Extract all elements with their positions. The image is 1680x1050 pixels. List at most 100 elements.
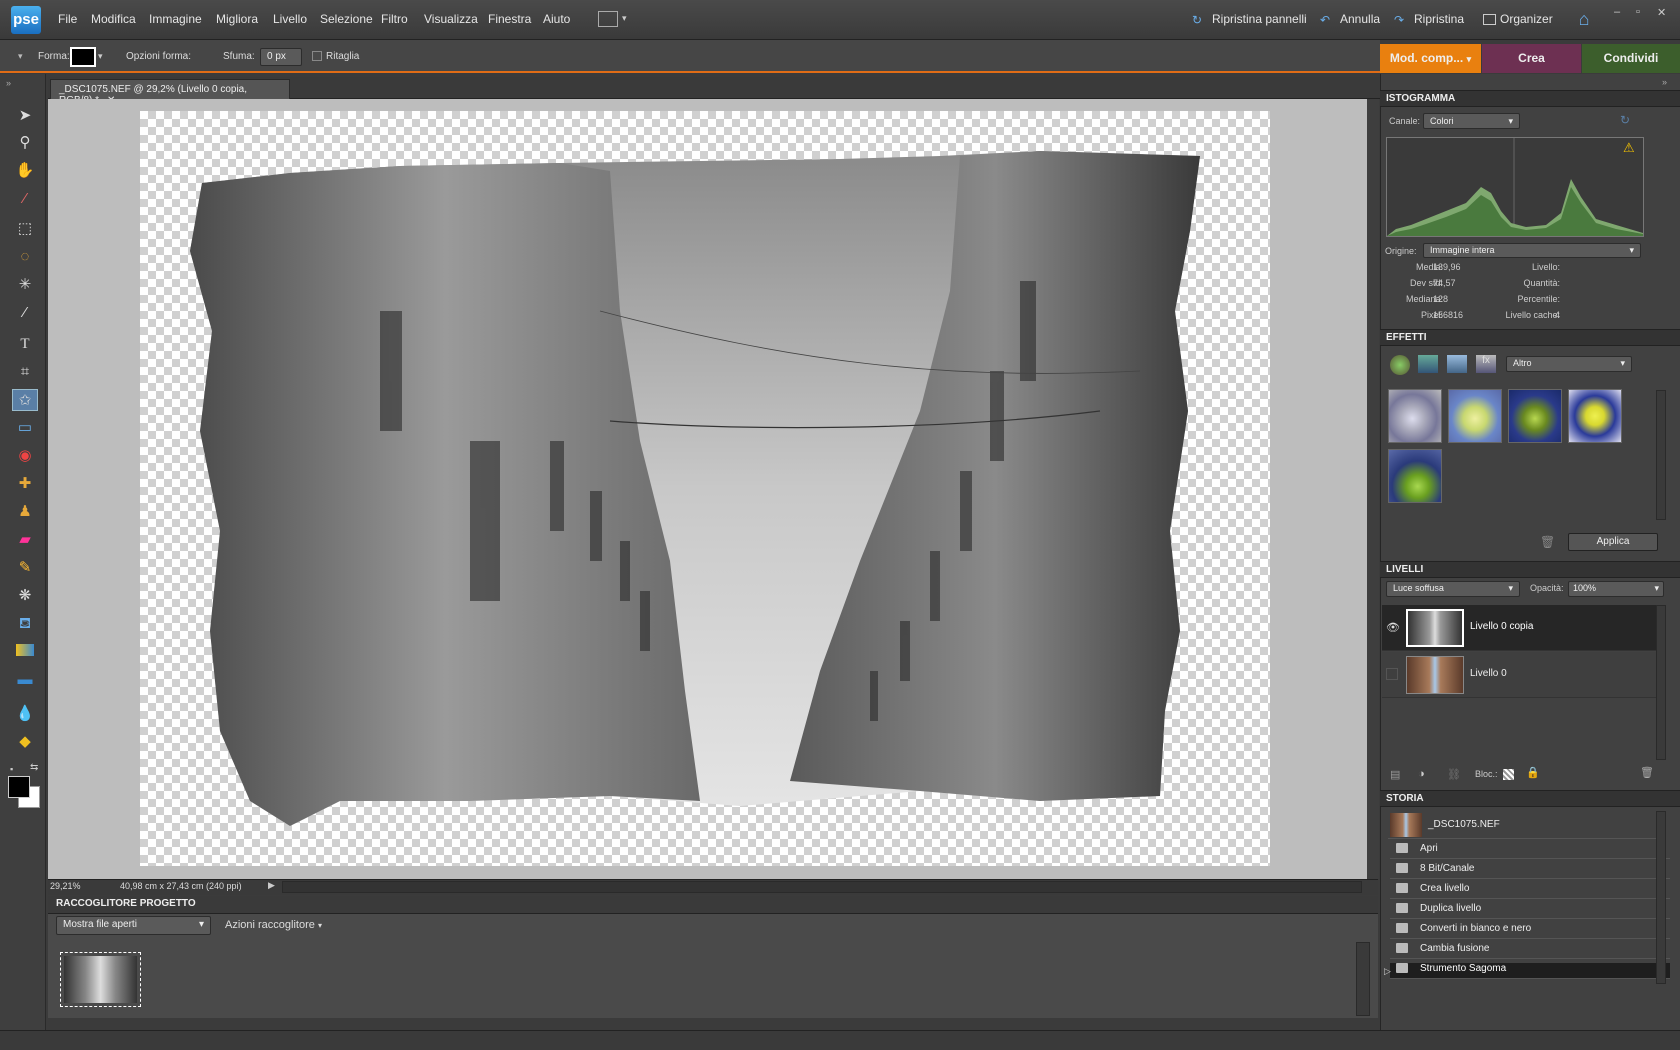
menu-selezione[interactable]: Selezione	[320, 12, 373, 26]
bin-thumbnail[interactable]	[60, 952, 141, 1007]
collapse-panels-icon[interactable]: »	[1662, 77, 1667, 87]
expand-toolbox-icon[interactable]: »	[6, 78, 11, 88]
text-tool-icon[interactable]: T	[12, 333, 38, 355]
history-state-marker-icon[interactable]: ▷	[1384, 966, 1391, 977]
warning-icon[interactable]: ⚠	[1623, 140, 1635, 156]
feather-input[interactable]: 0 px	[260, 48, 302, 66]
foreground-color-swatch[interactable]	[8, 776, 30, 798]
magic-wand-tool-icon[interactable]: ✳	[12, 274, 38, 296]
history-step[interactable]: Duplica livello	[1390, 903, 1670, 919]
layer-styles-icon[interactable]	[1418, 355, 1438, 373]
opacity-input[interactable]: 100% ▾	[1568, 581, 1664, 597]
gradient-tool-icon[interactable]	[12, 641, 38, 663]
menu-finestra[interactable]: Finestra	[488, 12, 531, 26]
layer-row-0[interactable]: 👁 Livello 0 copia	[1382, 605, 1664, 651]
adjustment-layer-icon[interactable]: ◑	[1418, 768, 1425, 780]
history-step[interactable]: Converti in bianco e nero	[1390, 923, 1670, 939]
healing-tool-icon[interactable]: ✚	[12, 473, 38, 495]
delete-layer-icon[interactable]: 🗑	[1640, 766, 1654, 779]
shape-picker[interactable]	[70, 47, 96, 67]
menu-immagine[interactable]: Immagine	[149, 12, 202, 26]
layers-scrollbar[interactable]	[1656, 605, 1666, 760]
menu-visualizza[interactable]: Visualizza	[424, 12, 478, 26]
pencil-tool-icon[interactable]: ✎	[12, 557, 38, 579]
layers-header[interactable]: LIVELLI	[1380, 561, 1680, 578]
organizer-button[interactable]: Organizer	[1483, 12, 1553, 26]
tool-preset-icon[interactable]: ▾	[18, 51, 23, 62]
eraser-tool-icon[interactable]: ▰	[12, 529, 38, 551]
restore-icon[interactable]: ▫	[1636, 6, 1640, 18]
blur-tool-icon[interactable]: 💧	[12, 703, 38, 725]
bin-scrollbar[interactable]	[1356, 942, 1370, 1016]
effect-thumb-4[interactable]	[1568, 389, 1622, 443]
history-step[interactable]: Cambia fusione	[1390, 943, 1670, 959]
effect-thumb-1[interactable]	[1388, 389, 1442, 443]
bin-actions-button[interactable]: Azioni raccoglitore ▾	[225, 919, 322, 931]
default-colors-icon[interactable]: ▪	[10, 764, 22, 774]
red-eye-tool-icon[interactable]: ◉	[12, 445, 38, 467]
zoom-level[interactable]: 29,21%	[50, 881, 81, 891]
canvas-vertical-scrollbar[interactable]	[1367, 99, 1379, 879]
tab-share[interactable]: Condividi	[1582, 44, 1680, 73]
shape-options-button[interactable]: Opzioni forma:	[126, 51, 191, 62]
sponge-tool-icon[interactable]: ◆	[12, 731, 38, 753]
crop-checkbox[interactable]	[312, 51, 322, 61]
layout-chevron-icon[interactable]: ▾	[622, 13, 627, 24]
layout-icon[interactable]	[598, 11, 618, 27]
all-effects-icon[interactable]: fx	[1476, 355, 1496, 373]
show-files-select[interactable]: Mostra file aperti ▾	[56, 916, 211, 935]
shape-chevron-icon[interactable]: ▾	[98, 51, 103, 62]
paint-bucket-tool-icon[interactable]: ⛾	[12, 613, 38, 635]
redo-button[interactable]: ↷ Ripristina	[1394, 12, 1464, 27]
close-icon[interactable]: ✕	[1657, 6, 1666, 19]
recompose-tool-icon[interactable]: ▭	[12, 417, 38, 439]
smart-brush-tool-icon[interactable]: ❋	[12, 585, 38, 607]
effect-thumb-3[interactable]	[1508, 389, 1562, 443]
history-step[interactable]: Crea livello	[1390, 883, 1670, 899]
history-step[interactable]: 8 Bit/Canale	[1390, 863, 1670, 879]
layer-row-1[interactable]: Livello 0	[1382, 652, 1664, 698]
undo-button[interactable]: ↶ Annulla	[1320, 12, 1380, 27]
history-step-current[interactable]: Strumento Sagoma	[1390, 963, 1670, 979]
filters-icon[interactable]	[1390, 355, 1410, 375]
history-snapshot[interactable]: _DSC1075.NEF	[1388, 811, 1663, 839]
lasso-tool-icon[interactable]: ◌	[12, 246, 38, 268]
lock-transparency-icon[interactable]	[1503, 769, 1514, 780]
crop-tool-icon[interactable]: ⌗	[12, 361, 38, 383]
tab-create[interactable]: Crea	[1482, 44, 1581, 73]
minimize-icon[interactable]: –	[1614, 6, 1620, 18]
new-layer-icon[interactable]: ▤	[1390, 768, 1400, 781]
lock-all-icon[interactable]: 🔒	[1526, 766, 1540, 779]
zoom-tool-icon[interactable]: ⚲	[12, 132, 38, 154]
effects-header[interactable]: EFFETTI	[1380, 329, 1680, 346]
canvas-horizontal-scrollbar[interactable]	[282, 881, 1362, 893]
visibility-eye-icon[interactable]: 👁	[1386, 621, 1400, 634]
channel-select[interactable]: Colori ▾	[1423, 113, 1520, 129]
histogram-header[interactable]: ISTOGRAMMA	[1380, 90, 1680, 107]
move-tool-icon[interactable]: ➤	[12, 105, 38, 127]
status-menu-icon[interactable]: ▶	[268, 880, 275, 891]
trash-icon[interactable]: 🗑	[1540, 535, 1555, 549]
tab-edit-mode[interactable]: Mod. comp... ▾	[1380, 44, 1481, 73]
cookie-cutter-tool-icon[interactable]: ✩	[12, 389, 38, 411]
source-select[interactable]: Immagine intera ▾	[1423, 243, 1641, 258]
marquee-tool-icon[interactable]: ⬚	[12, 218, 38, 240]
effects-category-select[interactable]: Altro ▾	[1506, 356, 1632, 372]
shape-tool-icon[interactable]: ▬	[12, 669, 38, 691]
menu-filtro[interactable]: Filtro	[381, 12, 408, 26]
visibility-toggle[interactable]	[1386, 668, 1398, 680]
menu-aiuto[interactable]: Aiuto	[543, 12, 570, 26]
hand-tool-icon[interactable]: ✋	[12, 160, 38, 182]
reset-panels-button[interactable]: ↻ Ripristina pannelli	[1192, 12, 1307, 27]
eyedropper-tool-icon[interactable]: ⁄	[12, 188, 38, 210]
link-layers-icon[interactable]: ⛓	[1447, 768, 1461, 781]
refresh-histogram-icon[interactable]: ↻	[1620, 113, 1630, 127]
history-step[interactable]: Apri	[1390, 843, 1670, 859]
apply-effect-button[interactable]: Applica	[1568, 533, 1658, 551]
photo-effects-icon[interactable]	[1447, 355, 1467, 373]
menu-migliora[interactable]: Migliora	[216, 12, 258, 26]
document-tab[interactable]: _DSC1075.NEF @ 29,2% (Livello 0 copia, R…	[50, 79, 290, 106]
history-scrollbar[interactable]	[1656, 811, 1666, 984]
document-image[interactable]	[140, 111, 1270, 866]
menu-modifica[interactable]: Modifica	[91, 12, 136, 26]
